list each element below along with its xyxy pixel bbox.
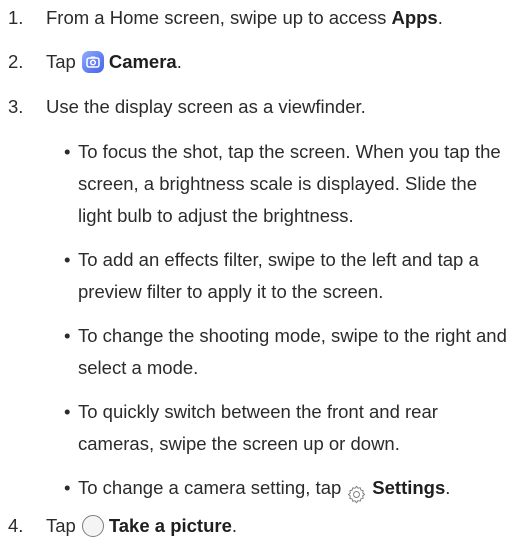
take-picture-label: Take a picture xyxy=(108,515,232,536)
list-item-text-post: . xyxy=(445,477,451,498)
shutter-button-icon xyxy=(81,515,104,537)
list-item-text: To change the shooting mode, swipe to th… xyxy=(78,325,507,378)
step-number: 2. xyxy=(8,51,24,72)
list-item-text: To quickly switch between the front and … xyxy=(78,401,438,454)
camera-label: Camera xyxy=(108,51,177,72)
gear-icon xyxy=(346,479,367,503)
step-number: 3. xyxy=(8,96,24,117)
step-text-pre: From a Home screen, swipe up to access xyxy=(46,7,392,28)
step-text: Tap Camera . xyxy=(46,46,182,78)
instructions-page: 1. From a Home screen, swipe up to acces… xyxy=(0,0,526,548)
list-item: • To change the shooting mode, swipe to … xyxy=(64,320,514,384)
list-item-text-pre: To change a camera setting, tap xyxy=(78,477,342,498)
step-3: 3. Use the display screen as a viewfinde… xyxy=(0,91,526,123)
step-number: 1. xyxy=(8,7,24,28)
step-2: 2. Tap Camera . xyxy=(0,46,526,78)
bullet-dot: • xyxy=(64,141,71,162)
step-text-pre: Tap xyxy=(46,51,76,72)
step-text-post: . xyxy=(176,51,182,72)
bullet-dot: • xyxy=(64,401,71,422)
camera-icon xyxy=(81,51,104,73)
step-text: From a Home screen, swipe up to access A… xyxy=(46,2,443,34)
step-text-pre: Tap xyxy=(46,515,76,536)
step-1: 1. From a Home screen, swipe up to acces… xyxy=(0,2,526,34)
list-item-text: To focus the shot, tap the screen. When … xyxy=(78,141,501,226)
bullet-dot: • xyxy=(64,477,71,498)
list-item-text: To add an effects filter, swipe to the l… xyxy=(78,249,479,302)
bullet-dot: • xyxy=(64,249,71,270)
bullet-dot: • xyxy=(64,325,71,346)
step-text: Tap Take a picture . xyxy=(46,510,237,542)
list-item: • To quickly switch between the front an… xyxy=(64,396,514,460)
step-4: 4. Tap Take a picture . xyxy=(0,510,526,542)
step-number: 4. xyxy=(8,515,24,536)
list-item: • To add an effects filter, swipe to the… xyxy=(64,244,514,308)
step-text: Use the display screen as a viewfinder. xyxy=(46,96,366,117)
viewfinder-tips-list: • To focus the shot, tap the screen. Whe… xyxy=(64,136,514,516)
apps-label: Apps xyxy=(391,7,438,28)
list-item: • To change a camera setting, tap Settin… xyxy=(64,472,514,504)
list-item: • To focus the shot, tap the screen. Whe… xyxy=(64,136,514,232)
settings-label: Settings xyxy=(372,477,446,498)
step-text-post: . xyxy=(437,7,443,28)
list-item-text: To change a camera setting, tap Settings… xyxy=(78,472,514,504)
step-text-post: . xyxy=(231,515,238,536)
